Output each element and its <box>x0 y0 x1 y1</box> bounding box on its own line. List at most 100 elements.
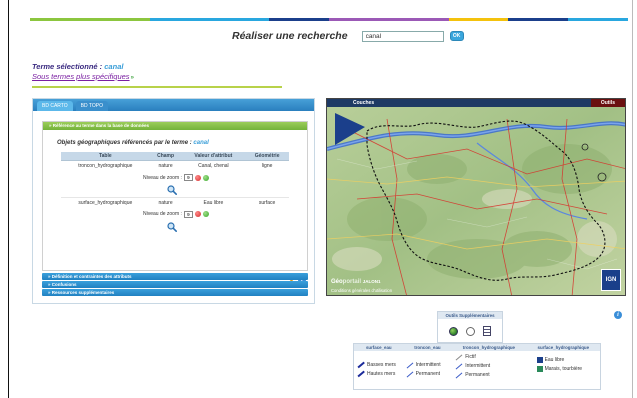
selected-term-line: Terme sélectionné : canal <box>32 62 134 71</box>
zoom-row: Niveau de zoom : <box>61 171 289 197</box>
table-cell-table: surface_hydrographique <box>61 196 150 208</box>
section-definitions[interactable]: » Définition et contraintes des attribut… <box>42 273 308 280</box>
reference-section: » Référence au terme dans la base de don… <box>42 121 308 284</box>
legend-panel: surface_eau troncon_eau troncon_hydrogra… <box>353 343 601 390</box>
section-confusions[interactable]: » Confusions <box>42 281 308 288</box>
top-bar-segment <box>209 18 270 21</box>
zoom-row: Niveau de zoom : <box>61 208 289 234</box>
circle-icon[interactable] <box>466 326 475 336</box>
subterms-link[interactable]: Sous termes plus spécifiques <box>32 72 130 81</box>
zoom-control: Niveau de zoom : <box>143 210 209 218</box>
list-icon[interactable] <box>483 326 491 336</box>
top-bar-segment <box>448 18 509 21</box>
map-toolbar: Couches Outils <box>327 99 625 107</box>
legend-label: Intermittent <box>465 363 491 369</box>
objets-title-term: canal <box>193 140 209 146</box>
objets-title: Objets géographiques référencés par le t… <box>57 140 209 146</box>
legend-header-cell: surface_hydrographique <box>537 345 590 350</box>
search-ok-button[interactable]: OK <box>449 31 464 41</box>
legend-item: Intermittent <box>406 362 452 368</box>
legend-item: Hautes mers <box>357 370 404 378</box>
legend-header-cell: surface_eau <box>365 345 392 350</box>
legend-label: Hautes mers <box>367 371 396 377</box>
table-header-cell: Champ <box>149 152 182 161</box>
layers-tab[interactable]: Couches <box>353 100 374 106</box>
line-swatch <box>357 370 365 378</box>
frame-left-border <box>8 0 9 398</box>
zoom-input[interactable] <box>183 210 193 218</box>
globe-icon[interactable] <box>449 326 458 336</box>
table-cell-geometrie: surface <box>245 196 289 208</box>
zoom-in-icon[interactable] <box>202 174 209 181</box>
top-bar-segment <box>89 18 150 21</box>
magnifier-icon[interactable] <box>167 221 177 232</box>
section-ressources[interactable]: » Ressources supplémentaires <box>42 289 308 296</box>
legend-item: Fictif <box>455 354 526 360</box>
geoportail-logo: Géoportail JALON1 <box>331 279 380 285</box>
search-row: Réaliser une recherche OK <box>232 30 464 42</box>
legend-label: Eau libre <box>544 357 565 363</box>
legend-item: Basses mers <box>357 361 404 369</box>
terms-of-use-link[interactable]: Conditions générales d'utilisation <box>331 288 392 293</box>
map-viewer[interactable]: Couches Outils Géoportail JALON1 Conditi… <box>326 98 626 296</box>
tab-bd-topo[interactable]: BD TOPO <box>75 101 108 111</box>
table-cell-table: troncon_hydrographique <box>61 160 150 171</box>
objets-title-label: Objets géographiques référencés par le t… <box>57 140 192 146</box>
table-header-cell: Valeur d'attribut <box>181 152 246 161</box>
database-tabs: BD CARTO BD TOPO <box>33 99 314 111</box>
extra-tools-title: Outils Supplémentaires <box>438 312 502 319</box>
legend-col-surface-eau: Basses mers Hautes mers <box>354 354 404 378</box>
table-cell-champ: nature <box>149 196 182 208</box>
top-bar-segment <box>388 18 449 21</box>
line-swatch <box>455 354 463 360</box>
frame-right-border <box>632 0 633 398</box>
table-cell-geometrie: ligne <box>245 160 289 171</box>
zoom-out-icon[interactable] <box>194 211 201 217</box>
line-swatch <box>455 372 463 378</box>
legend-col-troncon-hydro: Fictif Intermittent Permanent <box>451 354 526 378</box>
search-input[interactable] <box>361 30 444 42</box>
magnifier-icon[interactable] <box>167 185 177 195</box>
legend-col-troncon-eau: Intermittent Permanent <box>404 354 452 378</box>
geoportail-brand-small: JALON1 <box>362 279 381 284</box>
legend-item: Eau libre <box>536 357 600 363</box>
subterms-arrow-icon[interactable]: » <box>131 75 134 81</box>
top-bar-segment <box>568 18 628 21</box>
legend-label: Permanent <box>465 372 490 378</box>
legend-item: Permanent <box>406 371 452 377</box>
search-title: Réaliser une recherche <box>232 30 348 42</box>
zoom-cell: Niveau de zoom : <box>61 208 289 234</box>
table-row: troncon_hydrographique nature Canal, che… <box>61 160 289 171</box>
map-canvas[interactable] <box>327 99 626 296</box>
legend-item: Marais, tourbière <box>536 366 600 372</box>
legend-label: Permanent <box>415 371 441 377</box>
zoom-in-icon[interactable] <box>202 211 209 217</box>
legend-label: Intermittent <box>415 362 441 368</box>
top-bar-segment <box>269 18 329 21</box>
zoom-control: Niveau de zoom : <box>143 174 209 181</box>
legend-item: Intermittent <box>455 363 526 369</box>
zoom-out-icon[interactable] <box>194 174 201 181</box>
legend-col-surface-hydro: Eau libre Marais, tourbière <box>527 354 600 378</box>
table-header-cell: Géométrie <box>245 152 289 161</box>
line-swatch <box>406 362 413 368</box>
line-swatch <box>357 361 365 369</box>
selected-term-block: Terme sélectionné : canal Sous termes pl… <box>32 62 134 81</box>
zoom-label: Niveau de zoom : <box>143 211 182 217</box>
geo-objects-table: Table Champ Valeur d'attribut Géométrie … <box>61 152 289 234</box>
legend-label: Fictif <box>465 354 476 360</box>
legend-label: Marais, tourbière <box>544 366 583 372</box>
legend-header: surface_eau troncon_eau troncon_hydrogra… <box>354 344 600 351</box>
legend-body: Basses mers Hautes mers Intermittent Per… <box>354 351 600 378</box>
top-bar-segment <box>328 18 389 21</box>
line-swatch <box>406 371 413 377</box>
legend-header-cell: troncon_hydrographique <box>462 345 515 350</box>
tab-bd-carto[interactable]: BD CARTO <box>37 101 73 111</box>
map-info-icon[interactable]: i <box>614 311 622 319</box>
database-panel: BD CARTO BD TOPO » Référence au terme da… <box>32 98 315 304</box>
term-divider <box>32 86 282 88</box>
tools-tab[interactable]: Outils <box>590 99 625 107</box>
fill-swatch <box>536 357 543 363</box>
zoom-input[interactable] <box>183 174 193 181</box>
reference-section-header[interactable]: » Référence au terme dans la base de don… <box>43 122 307 130</box>
